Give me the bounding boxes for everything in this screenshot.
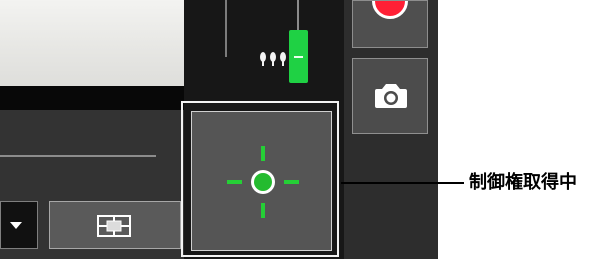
control-button[interactable] bbox=[191, 111, 332, 251]
grid-button[interactable] bbox=[49, 201, 181, 249]
horizontal-rule bbox=[0, 155, 156, 157]
record-button[interactable] bbox=[352, 0, 428, 48]
callout-label: 制御権取得中 bbox=[469, 172, 577, 193]
camera-button[interactable] bbox=[352, 58, 428, 134]
lights-icon bbox=[259, 50, 287, 68]
dropdown-button[interactable] bbox=[0, 201, 38, 249]
chevron-down-icon bbox=[10, 222, 22, 229]
crosshair-icon bbox=[227, 146, 299, 218]
ui-panel bbox=[0, 0, 438, 259]
slider-thumb-mark bbox=[294, 56, 303, 58]
slider-thumb[interactable] bbox=[289, 30, 308, 83]
slider-track-left bbox=[225, 0, 227, 57]
grid-icon bbox=[94, 212, 134, 240]
callout-line bbox=[341, 182, 464, 184]
slider-track-right[interactable] bbox=[297, 0, 299, 30]
preview-image bbox=[0, 0, 184, 86]
preview-divider bbox=[0, 86, 184, 110]
record-icon bbox=[372, 1, 408, 19]
camera-icon bbox=[374, 83, 408, 109]
